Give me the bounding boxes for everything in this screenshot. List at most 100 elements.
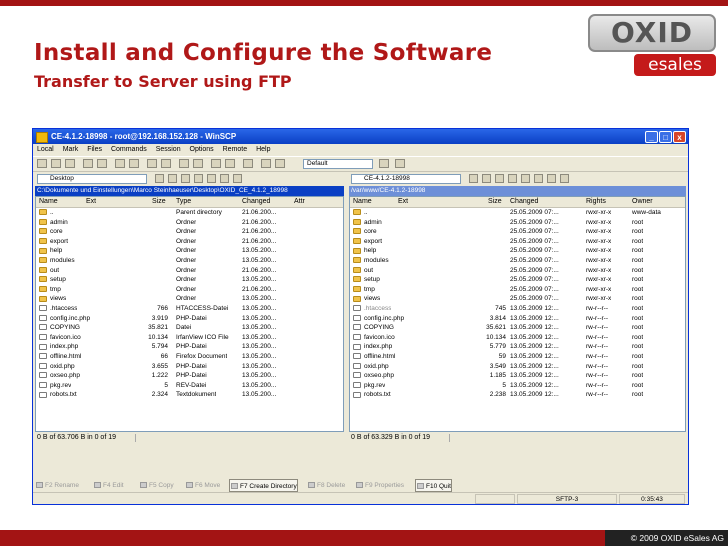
- f5-copy-button[interactable]: F5 Copy: [139, 479, 174, 492]
- file-row[interactable]: core Ordner 21.06.200...: [36, 227, 343, 237]
- toolbar-preferences-icon[interactable]: [115, 159, 125, 168]
- file-row[interactable]: .htaccess 766 HTACCESS-Datei 13.05.200...: [36, 304, 343, 314]
- local-parent-icon[interactable]: [181, 174, 190, 183]
- file-row[interactable]: index.php 5.794 PHP-Datei 13.05.200...: [36, 342, 343, 352]
- local-forward-icon[interactable]: [168, 174, 177, 183]
- local-location-select[interactable]: Desktop: [37, 174, 147, 184]
- f2-rename-button[interactable]: F2 Rename: [35, 479, 79, 492]
- file-row[interactable]: tmp Ordner 21.06.200...: [36, 285, 343, 295]
- col-name[interactable]: Name: [39, 197, 58, 207]
- file-row[interactable]: core 25.05.2009 07:... rwxr-xr-x root: [350, 227, 685, 237]
- maximize-button[interactable]: □: [659, 131, 672, 143]
- f8-delete-button[interactable]: F8 Delete: [307, 479, 345, 492]
- file-row[interactable]: oxid.php 3.655 PHP-Datei 13.05.200...: [36, 362, 343, 372]
- toolbar-copy-icon[interactable]: [261, 159, 271, 168]
- menu-options[interactable]: Options: [190, 146, 214, 153]
- file-row[interactable]: .. 25.05.2009 07:... rwxr-xr-x www-data: [350, 208, 685, 218]
- toolbar-sync-icon[interactable]: [51, 159, 61, 168]
- local-file-list[interactable]: Name Ext Size Type Changed Attr .. Parent…: [35, 196, 344, 432]
- file-row[interactable]: offline.html 59 13.05.2009 12:... rw-r--r--…: [350, 352, 685, 362]
- toolbar-compare-icon[interactable]: [37, 159, 47, 168]
- file-row[interactable]: pkg.rev 5 REV-Datei 13.05.200...: [36, 381, 343, 391]
- toolbar-terminal-icon[interactable]: [83, 159, 93, 168]
- file-row[interactable]: admin 25.05.2009 07:... rwxr-xr-x root: [350, 218, 685, 228]
- remote-find-icon[interactable]: [547, 174, 556, 183]
- file-row[interactable]: config.inc.php 3.814 13.05.2009 12:... rw-r…: [350, 314, 685, 324]
- local-root-icon[interactable]: [194, 174, 203, 183]
- minimize-button[interactable]: _: [645, 131, 658, 143]
- toolbar-find-icon[interactable]: [97, 159, 107, 168]
- toolbar-view-icon[interactable]: [179, 159, 189, 168]
- toolbar-session-icon[interactable]: [129, 159, 139, 168]
- col-attr[interactable]: Attr: [294, 197, 305, 207]
- remote-home-icon[interactable]: [521, 174, 530, 183]
- menu-local[interactable]: Local: [37, 146, 54, 153]
- col-name[interactable]: Name: [353, 197, 372, 207]
- toolbar-help-icon[interactable]: [395, 159, 405, 168]
- close-button[interactable]: x: [673, 131, 686, 143]
- file-row[interactable]: offline.html 66 Firefox Document 13.05.200.…: [36, 352, 343, 362]
- file-row[interactable]: pkg.rev 5 13.05.2009 12:... rw-r--r-- root: [350, 381, 685, 391]
- file-row[interactable]: modules Ordner 13.05.200...: [36, 256, 343, 266]
- menu-files[interactable]: Files: [87, 146, 102, 153]
- col-size[interactable]: Size: [488, 197, 502, 207]
- window-titlebar[interactable]: CE-4.1.2-18998 - root@192.168.152.128 - …: [33, 129, 688, 144]
- file-row[interactable]: robots.txt 2.324 Textdokument 13.05.200...: [36, 390, 343, 400]
- remote-back-icon[interactable]: [469, 174, 478, 183]
- file-row[interactable]: views Ordner 13.05.200...: [36, 294, 343, 304]
- f7-create-directory-button[interactable]: F7 Create Directory: [229, 479, 298, 492]
- file-row[interactable]: index.php 5.779 13.05.2009 12:... rw-r--r--…: [350, 342, 685, 352]
- col-ext[interactable]: Ext: [398, 197, 408, 207]
- local-bookmark-icon[interactable]: [233, 174, 242, 183]
- file-row[interactable]: export Ordner 21.06.200...: [36, 237, 343, 247]
- file-row[interactable]: oxseo.php 1.222 PHP-Datei 13.05.200...: [36, 371, 343, 381]
- toolbar-queue-icon[interactable]: [65, 159, 75, 168]
- file-row[interactable]: COPYING 35.621 13.05.2009 12:... rw-r--r-- r…: [350, 323, 685, 333]
- remote-root-icon[interactable]: [508, 174, 517, 183]
- toolbar-paste-icon[interactable]: [275, 159, 285, 168]
- f4-edit-button[interactable]: F4 Edit: [93, 479, 124, 492]
- file-row[interactable]: modules 25.05.2009 07:... rwxr-xr-x root: [350, 256, 685, 266]
- menu-session[interactable]: Session: [156, 146, 181, 153]
- file-row[interactable]: help 25.05.2009 07:... rwxr-xr-x root: [350, 246, 685, 256]
- remote-refresh-icon[interactable]: [534, 174, 543, 183]
- col-owner[interactable]: Owner: [632, 197, 653, 207]
- file-row[interactable]: favicon.ico 10.134 IrfanView ICO File 13.05…: [36, 333, 343, 343]
- f9-properties-button[interactable]: F9 Properties: [355, 479, 404, 492]
- col-changed[interactable]: Changed: [242, 197, 270, 207]
- toolbar-properties-icon[interactable]: [243, 159, 253, 168]
- file-row[interactable]: favicon.ico 10.134 13.05.2009 12:... rw-r--…: [350, 333, 685, 343]
- remote-bookmark-icon[interactable]: [560, 174, 569, 183]
- toolbar-disconnect-icon[interactable]: [161, 159, 171, 168]
- file-row[interactable]: .htaccess 745 13.05.2009 12:... rw-r--r-- ro…: [350, 304, 685, 314]
- toolbar-new-session-icon[interactable]: [147, 159, 157, 168]
- file-row[interactable]: robots.txt 2.238 13.05.2009 12:... rw-r--r-…: [350, 390, 685, 400]
- file-row[interactable]: setup 25.05.2009 07:... rwxr-xr-x root: [350, 275, 685, 285]
- file-row[interactable]: out Ordner 21.06.200...: [36, 266, 343, 276]
- file-row[interactable]: setup Ordner 13.05.200...: [36, 275, 343, 285]
- file-row[interactable]: oxseo.php 1.185 13.05.2009 12:... rw-r--r--…: [350, 371, 685, 381]
- toolbar-refresh-icon[interactable]: [193, 159, 203, 168]
- toolbar-open-icon[interactable]: [211, 159, 221, 168]
- file-row[interactable]: out 25.05.2009 07:... rwxr-xr-x root: [350, 266, 685, 276]
- menu-commands[interactable]: Commands: [111, 146, 147, 153]
- file-row[interactable]: views 25.05.2009 07:... rwxr-xr-x root: [350, 294, 685, 304]
- file-row[interactable]: .. Parent directory 21.06.200...: [36, 208, 343, 218]
- toolbar-save-icon[interactable]: [225, 159, 235, 168]
- local-refresh-icon[interactable]: [220, 174, 229, 183]
- f10-quit-button[interactable]: F10 Quit: [415, 479, 452, 492]
- remote-parent-icon[interactable]: [495, 174, 504, 183]
- local-home-icon[interactable]: [207, 174, 216, 183]
- file-row[interactable]: export 25.05.2009 07:... rwxr-xr-x root: [350, 237, 685, 247]
- f6-move-button[interactable]: F6 Move: [185, 479, 220, 492]
- transfer-settings-select[interactable]: Default: [303, 159, 373, 169]
- col-changed[interactable]: Changed: [510, 197, 538, 207]
- file-row[interactable]: admin Ordner 21.06.200...: [36, 218, 343, 228]
- col-type[interactable]: Type: [176, 197, 191, 207]
- col-size[interactable]: Size: [152, 197, 166, 207]
- menu-remote[interactable]: Remote: [223, 146, 248, 153]
- file-row[interactable]: help Ordner 13.05.200...: [36, 246, 343, 256]
- col-rights[interactable]: Rights: [586, 197, 606, 207]
- remote-file-list[interactable]: Name Ext Size Changed Rights Owner .. 25.…: [349, 196, 686, 432]
- file-row[interactable]: oxid.php 3.549 13.05.2009 12:... rw-r--r-- r…: [350, 362, 685, 372]
